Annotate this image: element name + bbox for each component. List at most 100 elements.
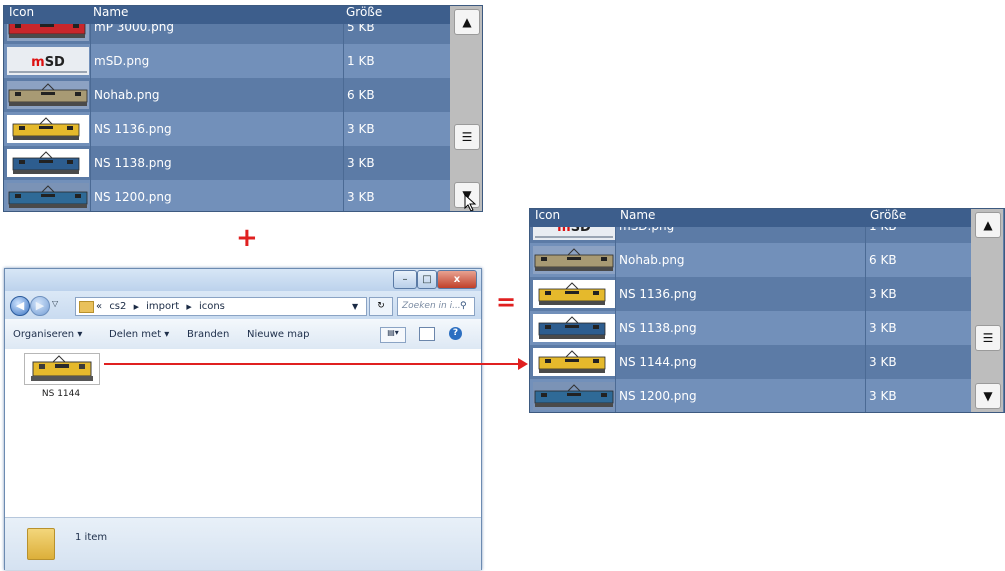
burn-button[interactable]: Branden [187,329,229,340]
scrollbar[interactable]: ▲ ☰ ▼ [450,6,482,211]
file-item[interactable]: NS 1144 [24,353,100,405]
refresh-button[interactable]: ↻ [369,297,393,316]
column-separator [90,180,91,211]
column-separator [865,311,866,345]
file-icon [7,183,89,211]
breadcrumb-import[interactable]: import [146,301,179,312]
breadcrumb-overflow[interactable]: « [96,301,102,312]
msd-logo-icon: mSD [7,47,89,75]
preview-pane-icon[interactable] [419,327,435,341]
column-separator [865,345,866,379]
arrow-annotation [104,358,528,370]
breadcrumb: « cs2 ▶ import ▶ icons [96,298,225,316]
scrollbar[interactable]: ▲ ☰ ▼ [971,209,1003,412]
list-item[interactable]: Nohab.png 6 KB [530,243,971,277]
file-size: 3 KB [869,389,897,403]
organize-menu[interactable]: Organiseren ▾ [13,329,82,340]
file-icon: mSD [7,47,89,75]
folder-icon [79,301,94,313]
brown-locomotive-icon [533,246,615,274]
scroll-up-button[interactable]: ▲ [454,9,480,35]
list-item[interactable]: NS 1144.png 3 KB [530,345,971,379]
file-list-before: mP 3000.png 5 KB mSD mSD.png 1 KB Nohab.png 6 … [3,5,483,212]
breadcrumb-icons[interactable]: icons [199,301,225,312]
file-name: NS 1144.png [619,355,697,369]
header-name[interactable]: Name [93,6,128,19]
file-name: NS 1136.png [619,287,697,301]
scroll-up-button[interactable]: ▲ [975,212,1001,238]
scroll-down-button[interactable]: ▼ [975,383,1001,409]
column-separator [615,379,616,412]
column-separator [865,379,866,412]
mouse-cursor-icon [464,194,477,211]
file-icon [7,149,89,177]
list-item[interactable]: Nohab.png 6 KB [4,78,450,112]
column-separator [865,277,866,311]
history-dropdown-icon[interactable]: ▽ [52,299,58,308]
help-icon[interactable]: ? [449,327,462,340]
list-item[interactable]: NS 1200.png 3 KB [530,379,971,412]
new-folder-button[interactable]: Nieuwe map [247,329,309,340]
file-name: NS 1138.png [94,156,172,170]
column-separator [615,345,616,379]
column-separator [343,146,344,180]
file-icon [7,81,89,109]
column-separator [343,112,344,146]
column-separator [343,78,344,112]
minimize-button[interactable]: – [393,270,417,289]
chevron-right-icon: ▶ [133,303,139,311]
file-size: 6 KB [347,88,375,102]
file-name: NS 1136.png [94,122,172,136]
blue-locomotive-long-icon [7,183,89,211]
item-count: 1 item [75,532,108,543]
breadcrumb-cs2[interactable]: cs2 [109,301,126,312]
forward-icon[interactable]: ▶ [30,296,50,316]
scroll-thumb[interactable]: ☰ [975,325,1001,351]
file-size: 1 KB [347,54,375,68]
column-separator [343,180,344,211]
list-item[interactable]: NS 1136.png 3 KB [530,277,971,311]
file-size: 6 KB [869,253,897,267]
file-size: 3 KB [869,355,897,369]
file-icon [533,382,615,410]
column-separator [90,146,91,180]
title-bar: – □ x [5,269,481,291]
column-separator [90,44,91,78]
header-name[interactable]: Name [620,209,655,222]
column-separator [865,243,866,277]
file-icon [533,314,615,342]
list-item[interactable]: NS 1200.png 3 KB [4,180,450,211]
file-name: NS 1200.png [94,190,172,204]
file-size: 3 KB [869,287,897,301]
brown-locomotive-icon [7,81,89,109]
file-name: Nohab.png [94,88,160,102]
scroll-thumb[interactable]: ☰ [454,124,480,150]
blue-locomotive-long-icon [533,382,615,410]
file-size: 3 KB [869,321,897,335]
close-button[interactable]: x [437,270,477,289]
back-icon[interactable]: ◀ [10,296,30,316]
equals-sign: = [496,288,517,316]
share-menu[interactable]: Delen met ▾ [109,329,169,340]
list-item[interactable]: mSD mSD.png 1 KB [4,44,450,78]
column-separator [615,277,616,311]
file-icon [533,348,615,376]
file-icon [533,280,615,308]
search-input[interactable]: Zoeken in i... ⚲ [397,297,475,316]
column-separator [615,243,616,277]
yellow-locomotive-icon [533,348,615,376]
list-item[interactable]: NS 1138.png 3 KB [530,311,971,345]
column-separator [90,112,91,146]
header-size[interactable]: Größe [870,209,906,222]
address-dropdown-icon[interactable]: ▼ [352,298,358,315]
file-label: NS 1144 [41,389,81,399]
list-item[interactable]: NS 1136.png 3 KB [4,112,450,146]
header-size[interactable]: Größe [346,6,382,19]
view-options-icon[interactable]: ▤▾ [380,327,406,343]
address-bar[interactable]: « cs2 ▶ import ▶ icons ▼ [75,297,367,316]
header-icon: Icon [535,208,561,222]
file-list-rows: mP 3000.png 5 KB mSD mSD.png 1 KB Nohab.png 6 … [4,6,450,211]
list-item[interactable]: NS 1138.png 3 KB [4,146,450,180]
maximize-button[interactable]: □ [417,270,437,289]
file-name: NS 1138.png [619,321,697,335]
